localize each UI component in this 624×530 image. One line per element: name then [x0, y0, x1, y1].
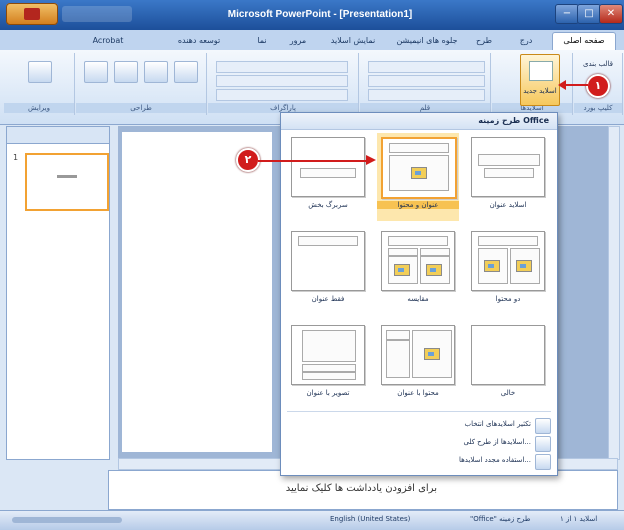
shapes-icon[interactable] — [84, 61, 108, 83]
slide-thumbnail[interactable] — [25, 153, 109, 211]
status-bar: English (United States) "Office" طرح زمی… — [0, 510, 624, 530]
layout-section-header[interactable]: سربرگ بخش — [287, 133, 369, 221]
maximize-button[interactable]: □ — [577, 4, 601, 24]
gallery-header: طرح زمینه Office — [281, 113, 557, 130]
layout-label: تصویر با عنوان — [306, 389, 350, 397]
layout-label: عنوان و محتوا — [377, 201, 459, 209]
layout-blank[interactable]: خالی — [467, 321, 549, 409]
paragraph-row-3[interactable] — [216, 89, 348, 101]
menu-duplicate-slides[interactable]: تکثیر اسلایدهای انتخاب — [291, 417, 551, 434]
menu-reuse-slides[interactable]: استفاده مجدد اسلایدها... — [291, 453, 551, 470]
notes-placeholder: برای افزودن یادداشت ها کلیک نمایید — [285, 483, 437, 494]
vertical-scrollbar[interactable] — [608, 126, 620, 460]
menu-item-label: استفاده مجدد اسلایدها... — [458, 456, 531, 464]
layout-label: فقط عنوان — [311, 295, 345, 303]
layout-label: مقایسه — [407, 295, 429, 303]
layout-title-and-content[interactable]: عنوان و محتوا — [377, 133, 459, 221]
find-icon[interactable] — [28, 61, 52, 83]
quick-access-toolbar[interactable] — [62, 6, 132, 22]
font-name-combo[interactable] — [368, 61, 485, 73]
layout-gallery: طرح زمینه Office سربرگ بخش عنوان و محتوا… — [280, 112, 558, 476]
callout-step-1: ۱ — [586, 74, 610, 98]
callout-arrow — [566, 84, 588, 86]
layout-button[interactable]: قالب بندی — [583, 60, 619, 74]
window-title: Microsoft PowerPoint - [Presentation1] — [227, 9, 413, 20]
tab-design[interactable]: طرح — [466, 33, 502, 48]
outline-icon — [535, 436, 551, 452]
status-language: English (United States) — [330, 515, 411, 523]
tab-home[interactable]: صفحه اصلی — [552, 32, 616, 50]
current-slide[interactable] — [122, 132, 272, 452]
callout-arrow — [258, 160, 368, 162]
slide-number: 1 — [13, 153, 19, 162]
zoom-slider[interactable] — [12, 517, 122, 523]
tab-developer[interactable]: توسعه دهنده — [156, 33, 242, 48]
gallery-separator — [287, 411, 551, 412]
ribbon-group-label: ویرایش — [4, 103, 74, 113]
duplicate-slides-icon — [535, 418, 551, 434]
font-color-row[interactable] — [368, 89, 485, 101]
tab-insert[interactable]: درج — [504, 33, 548, 48]
quick-styles-icon[interactable] — [144, 61, 168, 83]
callout-arrowhead — [558, 80, 566, 90]
layout-label: دو محتوا — [495, 295, 521, 303]
ribbon-group-label: طراحی — [76, 103, 206, 113]
layout-content-with-caption[interactable]: محتوا با عنوان — [377, 321, 459, 409]
new-slide-button[interactable]: اسلاید جدید — [520, 54, 560, 106]
minimize-button[interactable]: − — [555, 4, 579, 24]
callout-arrowhead — [366, 155, 376, 165]
arrange-icon[interactable] — [114, 61, 138, 83]
layout-label: محتوا با عنوان — [397, 389, 439, 397]
layout-title-slide[interactable]: اسلاید عنوان — [467, 133, 549, 221]
gallery-title: طرح زمینه Office — [478, 116, 549, 125]
ribbon-tabs: صفحه اصلی درج طرح جلوه های انیمیشن نمایش… — [0, 30, 624, 51]
menu-item-label: اسلایدها از طرح کلی... — [463, 438, 531, 446]
ribbon-group-label: کلیپ بورد — [574, 103, 622, 113]
tab-animations[interactable]: جلوه های انیمیشن — [390, 33, 464, 48]
menu-item-label: تکثیر اسلایدهای انتخاب — [464, 420, 531, 428]
office-button[interactable] — [6, 3, 58, 25]
layout-title-only[interactable]: فقط عنوان — [287, 227, 369, 315]
menu-slides-from-outline[interactable]: اسلایدها از طرح کلی... — [291, 435, 551, 452]
layout-picture-with-caption[interactable]: تصویر با عنوان — [287, 321, 369, 409]
layout-comparison[interactable]: مقایسه — [377, 227, 459, 315]
slides-pane: 1 — [6, 126, 110, 460]
status-theme: "Office" طرح زمینه — [470, 515, 531, 523]
layout-two-content[interactable]: دو محتوا — [467, 227, 549, 315]
ribbon-group-editing: ویرایش — [4, 53, 75, 115]
reuse-slides-icon — [535, 454, 551, 470]
tab-slideshow[interactable]: نمایش اسلاید — [318, 33, 388, 48]
ribbon-group-font: قلم — [360, 53, 491, 115]
new-slide-label: اسلاید جدید — [523, 87, 557, 95]
slides-pane-tabs[interactable] — [7, 127, 109, 144]
callout-step-2: ۲ — [236, 148, 260, 172]
close-button[interactable]: ✕ — [599, 4, 623, 24]
status-slide-count: اسلاید ۱ از ۱ — [560, 515, 598, 523]
paragraph-row-1[interactable] — [216, 61, 348, 73]
font-format-row[interactable] — [368, 75, 485, 87]
layout-label: اسلاید عنوان — [489, 201, 527, 209]
new-slide-icon — [529, 61, 553, 81]
ribbon-group-drawing: طراحی — [76, 53, 207, 115]
layout-label: سربرگ بخش — [308, 201, 348, 209]
ribbon-group-paragraph: پاراگراف — [208, 53, 359, 115]
title-bar: Microsoft PowerPoint - [Presentation1] −… — [0, 0, 624, 30]
layout-label: خالی — [500, 389, 516, 397]
tab-review[interactable]: مرور — [280, 33, 316, 48]
tab-view[interactable]: نما — [246, 33, 278, 48]
tab-acrobat[interactable]: Acrobat — [80, 33, 136, 48]
notes-pane[interactable]: برای افزودن یادداشت ها کلیک نمایید — [108, 470, 618, 510]
app-window: Microsoft PowerPoint - [Presentation1] −… — [0, 0, 624, 530]
shape-fill-icon[interactable] — [174, 61, 198, 83]
paragraph-row-2[interactable] — [216, 75, 348, 87]
